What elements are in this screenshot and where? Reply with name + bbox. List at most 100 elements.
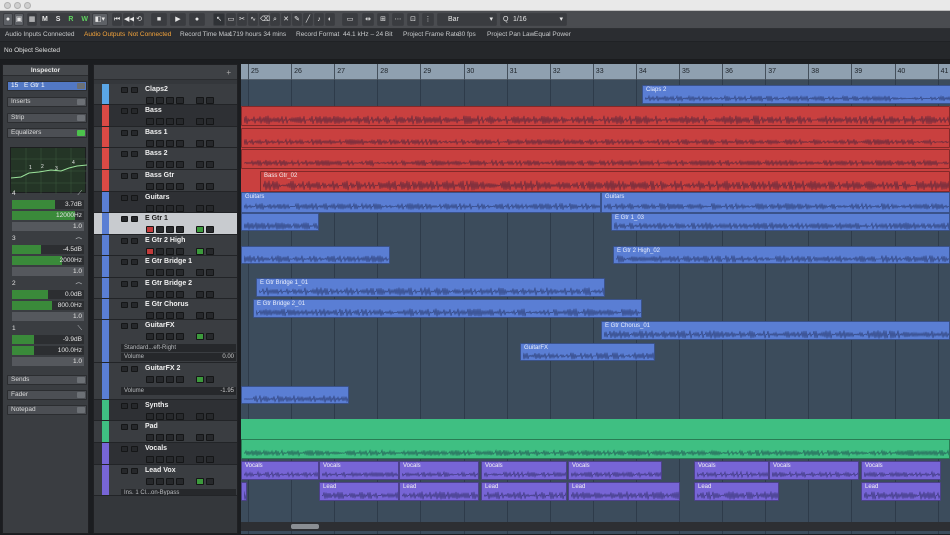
- record-icon[interactable]: ●: [189, 13, 205, 26]
- object-select-tool-icon[interactable]: ↖: [213, 13, 225, 26]
- audio-inputs-value[interactable]: Connected: [43, 31, 74, 38]
- rewind-icon[interactable]: ◀◀: [123, 13, 135, 26]
- audio-event[interactable]: Vocals: [241, 461, 319, 480]
- glue-tool-icon[interactable]: ∿: [248, 13, 258, 26]
- solo-button[interactable]: [131, 446, 138, 452]
- mute-button[interactable]: [121, 302, 128, 308]
- eq-q-field[interactable]: 1.0: [12, 267, 84, 276]
- write-automation-button[interactable]: [206, 291, 214, 298]
- monitor-button[interactable]: [156, 478, 164, 485]
- track-name[interactable]: Claps2: [145, 86, 168, 93]
- write-automation-button[interactable]: [206, 205, 214, 212]
- audio-event[interactable]: [241, 213, 319, 231]
- audio-event[interactable]: Lead: [399, 482, 479, 501]
- track-9[interactable]: E Gtr Bridge 2: [94, 278, 237, 299]
- play-tool-icon[interactable]: ♪: [314, 13, 324, 26]
- audio-event[interactable]: Vocals: [769, 461, 859, 480]
- write-automation-button[interactable]: [206, 333, 214, 340]
- monitor-button[interactable]: [156, 183, 164, 190]
- mute-button[interactable]: [121, 468, 128, 474]
- solo-button[interactable]: [131, 468, 138, 474]
- solo-button[interactable]: [131, 173, 138, 179]
- audio-event[interactable]: E Gtr Chorus_01: [601, 321, 950, 340]
- track-13[interactable]: Synths: [94, 400, 237, 421]
- track-color-strip[interactable]: [102, 299, 109, 319]
- monitor-button[interactable]: [156, 291, 164, 298]
- track-name[interactable]: E Gtr 1: [145, 215, 168, 222]
- read-automation-button[interactable]: [196, 183, 204, 190]
- mute-button[interactable]: [121, 87, 128, 93]
- automation-lane-param[interactable]: Ins. 1 Cl...on-Bypass: [121, 489, 236, 495]
- record-format-value[interactable]: 44.1 kHz – 24 Bit: [343, 31, 393, 38]
- monitor-button[interactable]: [156, 97, 164, 104]
- track-color-strip[interactable]: [102, 235, 109, 255]
- monitor-button[interactable]: [156, 456, 164, 463]
- monitor-button[interactable]: [156, 333, 164, 340]
- lanes-button[interactable]: [176, 183, 184, 190]
- timebase-button[interactable]: [166, 97, 174, 104]
- write-mode-button[interactable]: W: [81, 16, 88, 23]
- lanes-button[interactable]: [176, 312, 184, 319]
- mute-button[interactable]: [121, 424, 128, 430]
- read-automation-button[interactable]: [196, 312, 204, 319]
- window-layout-button[interactable]: ▦: [27, 13, 37, 26]
- timebase-button[interactable]: [166, 140, 174, 147]
- track-name[interactable]: E Gtr Bridge 1: [145, 258, 192, 265]
- record-enable-button[interactable]: [146, 183, 154, 190]
- track-name[interactable]: Lead Vox: [145, 467, 176, 474]
- solo-button[interactable]: [131, 403, 138, 409]
- pan-law-value[interactable]: Equal Power: [534, 31, 571, 38]
- quantize-select[interactable]: Q 1/16 ▾: [500, 13, 567, 26]
- audio-event[interactable]: E Gtr 1_03: [611, 213, 950, 231]
- eq-freq-field[interactable]: 12000Hz: [12, 211, 84, 220]
- record-enable-button[interactable]: [146, 269, 154, 276]
- audio-event[interactable]: GuitarFX: [520, 343, 655, 361]
- timebase-button[interactable]: [166, 118, 174, 125]
- peak-icon[interactable]: ⌒: [76, 235, 83, 245]
- audio-event[interactable]: Lead: [861, 482, 941, 501]
- audio-event[interactable]: Vocals: [861, 461, 941, 480]
- track-name[interactable]: GuitarFX: [145, 322, 175, 329]
- audio-event[interactable]: E Gtr Bridge 1_01: [256, 278, 605, 297]
- lanes-button[interactable]: [176, 456, 184, 463]
- audio-event[interactable]: [241, 106, 950, 126]
- lanes-button[interactable]: [176, 97, 184, 104]
- record-enable-button[interactable]: [146, 226, 154, 233]
- mute-button[interactable]: [121, 173, 128, 179]
- lanes-button[interactable]: [176, 434, 184, 441]
- lanes-button[interactable]: [176, 478, 184, 485]
- zoom-icon[interactable]: [24, 2, 31, 9]
- automation-mode-button[interactable]: ◧▾: [92, 13, 108, 26]
- read-automation-button[interactable]: [196, 161, 204, 168]
- automation-lane-param[interactable]: Volume -1.95: [121, 387, 236, 395]
- monitor-button[interactable]: [156, 205, 164, 212]
- monitor-button[interactable]: [156, 140, 164, 147]
- solo-button[interactable]: [131, 87, 138, 93]
- inspector-section-notepad[interactable]: Notepad: [7, 405, 87, 415]
- constrain-delay-button[interactable]: ▣: [14, 13, 24, 26]
- read-automation-button[interactable]: [196, 226, 204, 233]
- write-automation-button[interactable]: [206, 269, 214, 276]
- track-name[interactable]: Bass 2: [145, 150, 168, 157]
- mute-button[interactable]: [121, 108, 128, 114]
- track-name[interactable]: Bass Gtr: [145, 172, 174, 179]
- audio-event[interactable]: [241, 128, 950, 148]
- eq-gain-field[interactable]: -4.5dB: [12, 245, 84, 254]
- solo-button[interactable]: [131, 151, 138, 157]
- track-name[interactable]: Vocals: [145, 445, 167, 452]
- range-tool-icon[interactable]: ▭: [226, 13, 236, 26]
- stop-icon[interactable]: ■: [151, 13, 167, 26]
- track-color-strip[interactable]: [102, 84, 109, 104]
- track-12[interactable]: GuitarFX 2 Volume -1.95: [94, 363, 237, 400]
- track-name[interactable]: Bass 1: [145, 129, 168, 136]
- lanes-button[interactable]: [176, 140, 184, 147]
- write-automation-button[interactable]: [206, 226, 214, 233]
- automation-lane-param[interactable]: Standard...eft-Right: [121, 344, 236, 352]
- mute-button[interactable]: [121, 216, 128, 222]
- audio-event[interactable]: E Gtr 2 High_02: [613, 246, 950, 264]
- timebase-button[interactable]: [166, 291, 174, 298]
- audio-event[interactable]: Bass Gtr_02: [260, 171, 950, 192]
- automation-lane-param[interactable]: Volume 0.00: [121, 353, 236, 361]
- solo-button[interactable]: [131, 259, 138, 265]
- mute-button[interactable]: [121, 281, 128, 287]
